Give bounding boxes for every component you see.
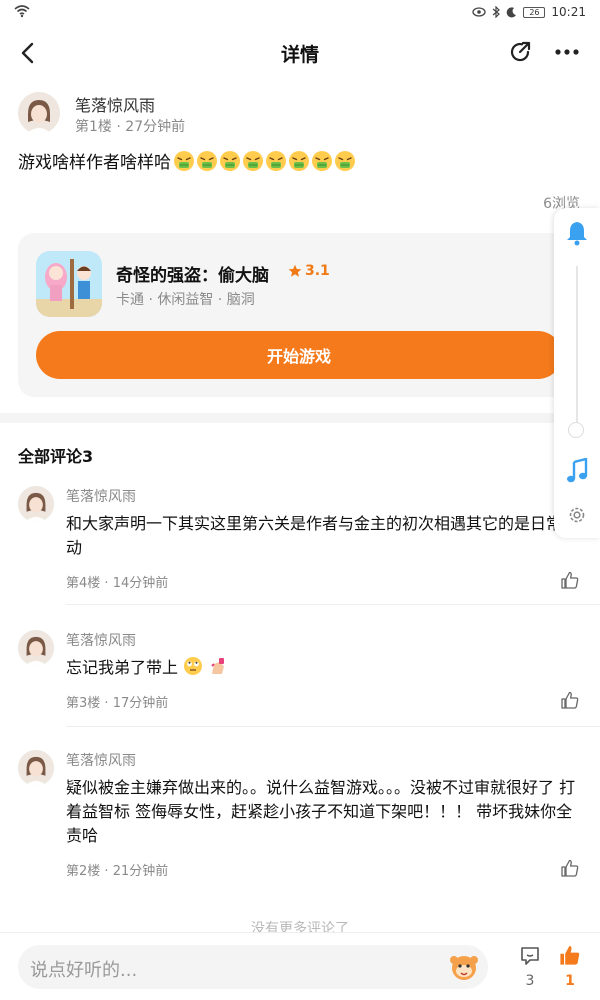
comment-input-placeholder: 说点好听的... <box>30 960 138 981</box>
avatar[interactable] <box>18 92 60 134</box>
divider <box>66 604 600 605</box>
gear-icon[interactable] <box>566 504 588 526</box>
comment-author[interactable]: 笔落惊风雨 <box>66 630 136 650</box>
comment-text: 忘记我弟了带上 <box>66 656 582 680</box>
eye-icon <box>472 7 487 17</box>
bluetooth-icon <box>493 6 501 18</box>
comment-icon <box>521 947 539 965</box>
comment-text: 疑似被金主嫌弃做出来的。。说什么益智游戏。。。没被不过审就很好了 打着益智标 签… <box>66 778 576 845</box>
vomiting-face-emoji-icon <box>197 150 217 171</box>
status-bar: 26 10:21 <box>0 0 600 26</box>
top-nav: 详情 <box>0 28 600 78</box>
post-meta: 第1楼 · 27分钟前 <box>75 116 185 136</box>
vomiting-face-emoji-icon <box>266 150 286 171</box>
volume-slider-handle[interactable] <box>568 422 584 438</box>
comment-count-button[interactable]: 3 <box>517 945 543 989</box>
emoji-row <box>173 150 357 172</box>
volume-slider-track[interactable] <box>576 266 578 426</box>
post-author[interactable]: 笔落惊风雨 <box>75 92 155 116</box>
comment-count: 3 <box>525 973 535 989</box>
comment-time: 14分钟前 <box>112 576 169 591</box>
comment-text-content: 忘记我弟了带上 <box>66 658 179 677</box>
like-icon[interactable] <box>560 858 580 878</box>
comment-floor: 第4楼 <box>66 576 101 591</box>
vomiting-face-emoji-icon <box>243 150 263 171</box>
music-icon[interactable] <box>565 458 589 484</box>
post-time: 27分钟前 <box>125 119 186 135</box>
clock: 10:21 <box>551 5 586 19</box>
avatar[interactable] <box>18 750 54 786</box>
meta-separator: · <box>104 696 113 711</box>
share-icon[interactable] <box>506 38 534 66</box>
post-text: 游戏啥样作者啥样哈 <box>18 153 171 173</box>
comment-input[interactable]: 说点好听的... <box>18 945 488 989</box>
vomiting-face-emoji-icon <box>289 150 309 171</box>
start-game-button[interactable]: 开始游戏 <box>36 331 562 379</box>
comment-time: 21分钟前 <box>112 864 169 879</box>
wifi-icon <box>14 5 30 18</box>
meta-separator: · <box>116 119 126 135</box>
vomiting-face-emoji-icon <box>220 150 240 171</box>
like-count: 1 <box>565 973 575 989</box>
eye-roll-emoji-icon <box>184 657 203 675</box>
meta-separator: · <box>104 576 113 591</box>
like-icon[interactable] <box>560 690 580 710</box>
meta-separator: · <box>104 864 113 879</box>
comment-text: 和大家声明一下其实这里第六关是作者与金主的初次相遇其它的是日常活动 <box>66 514 579 557</box>
floating-side-rail <box>554 208 600 538</box>
comments-title: 全部评论3 <box>18 447 94 466</box>
comment-meta: 第3楼 · 17分钟前 <box>66 692 168 711</box>
nail-polish-emoji-icon <box>211 658 225 674</box>
like-icon <box>560 946 580 965</box>
more-icon[interactable] <box>552 38 582 66</box>
comment-floor: 第2楼 <box>66 864 101 879</box>
bottom-bar: 说点好听的... 3 1 <box>0 932 600 1000</box>
game-tags: 卡通 · 休闲益智 · 脑洞 <box>116 292 255 308</box>
game-name: 奇怪的强盗：偷大脑 <box>116 266 269 286</box>
post-body: 游戏啥样作者啥样哈 <box>18 148 357 173</box>
comment-meta: 第4楼 · 14分钟前 <box>66 572 168 591</box>
game-rating: 3.1 <box>288 263 330 279</box>
vomiting-face-emoji-icon <box>174 150 194 171</box>
rating-value: 3.1 <box>305 263 330 279</box>
divider <box>66 726 600 727</box>
bell-icon[interactable] <box>565 220 589 246</box>
comment-floor: 第3楼 <box>66 696 101 711</box>
like-icon[interactable] <box>560 570 580 590</box>
vomiting-face-emoji-icon <box>312 150 332 171</box>
game-card[interactable]: 奇怪的强盗：偷大脑 3.1 卡通 · 休闲益智 · 脑洞 开始游戏 <box>18 233 578 397</box>
game-icon[interactable] <box>36 251 102 317</box>
like-count-button[interactable]: 1 <box>556 943 584 989</box>
mascot-icon[interactable] <box>448 951 480 983</box>
moon-icon <box>507 6 517 17</box>
comment-author[interactable]: 笔落惊风雨 <box>66 750 136 770</box>
avatar[interactable] <box>18 486 54 522</box>
comment-author[interactable]: 笔落惊风雨 <box>66 486 136 506</box>
post-floor: 第1楼 <box>75 119 112 135</box>
comment-time: 17分钟前 <box>112 696 169 711</box>
battery-indicator: 26 <box>523 6 546 18</box>
section-separator <box>0 413 600 423</box>
avatar[interactable] <box>18 630 54 666</box>
comment-meta: 第2楼 · 21分钟前 <box>66 860 168 879</box>
star-icon <box>288 264 302 277</box>
vomiting-face-emoji-icon <box>335 150 355 171</box>
